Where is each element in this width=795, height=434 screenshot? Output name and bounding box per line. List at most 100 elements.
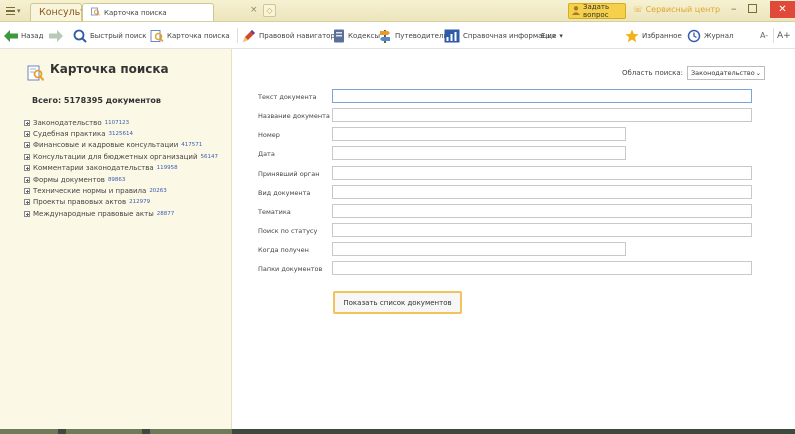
status-search-input[interactable]: [332, 223, 752, 237]
expand-icon[interactable]: [24, 176, 30, 183]
reference-icon: [444, 29, 460, 43]
category-label: Законодательство: [33, 118, 102, 127]
more-menu-button[interactable]: Еще ▾: [541, 26, 563, 45]
category-label: Технические нормы и правила: [33, 187, 147, 196]
legal-navigator-label: Правовой навигатор: [259, 31, 335, 40]
expand-icon[interactable]: [24, 131, 30, 138]
quick-search-button[interactable]: Быстрый поиск: [73, 26, 147, 45]
search-card-icon: [91, 7, 100, 18]
font-smaller-button[interactable]: A-: [760, 26, 768, 45]
issuing-authority-input[interactable]: [332, 166, 752, 180]
service-center-link[interactable]: ☏ Сервисный центр: [633, 5, 720, 14]
close-tab-icon[interactable]: ×: [250, 5, 258, 15]
category-label: Комментарии законодательства: [33, 164, 154, 173]
tab-consultant[interactable]: КонсультантПлюс: [30, 3, 130, 21]
category-label: Международные правовые акты: [33, 209, 154, 218]
chevron-down-icon: ⌄: [755, 69, 762, 77]
expand-icon[interactable]: [24, 210, 30, 217]
expand-icon[interactable]: [24, 142, 30, 149]
category-count[interactable]: 89863: [108, 177, 126, 183]
category-count[interactable]: 212979: [129, 199, 150, 205]
expand-icon[interactable]: [24, 119, 30, 126]
category-label: Финансовые и кадровые консультации: [33, 141, 179, 150]
category-item[interactable]: Судебная практика 3125614: [24, 128, 218, 139]
category-item[interactable]: Проекты правовых актов 212979: [24, 197, 218, 208]
star-icon: [625, 29, 639, 43]
field-label-text: Текст документа: [258, 93, 317, 101]
document-date-input[interactable]: [332, 146, 626, 160]
new-tab-button[interactable]: ◇: [263, 4, 276, 17]
ask-question-button[interactable]: Задать вопрос: [568, 3, 626, 19]
expand-icon[interactable]: [24, 188, 30, 195]
new-tab-icon: ◇: [266, 6, 273, 15]
topic-input[interactable]: [332, 204, 752, 218]
category-item[interactable]: Формы документов 89863: [24, 174, 218, 185]
back-arrow-icon: [4, 29, 18, 42]
category-count[interactable]: 3125614: [108, 131, 133, 137]
category-count[interactable]: 20263: [149, 188, 167, 194]
search-scope-select[interactable]: Законодательство ⌄: [687, 66, 766, 80]
taskbar-item[interactable]: [150, 429, 232, 434]
back-label: Назад: [21, 31, 44, 40]
search-card-icon: [150, 29, 164, 43]
category-count[interactable]: 28877: [157, 211, 175, 217]
category-count[interactable]: 56147: [201, 154, 219, 160]
book-icon: [333, 29, 345, 43]
category-item[interactable]: Законодательство 1107123: [24, 117, 218, 128]
maximize-button[interactable]: [748, 4, 757, 13]
search-icon: [73, 29, 87, 43]
search-card-button[interactable]: Карточка поиска: [150, 26, 230, 45]
panel-title: Карточка поиска: [50, 62, 169, 76]
category-item[interactable]: Консультации для бюджетных организаций 56…: [24, 151, 218, 162]
font-larger-button[interactable]: A+: [777, 26, 791, 45]
service-center-icon: ☏: [633, 5, 644, 14]
document-folders-input[interactable]: [332, 261, 752, 275]
legal-navigator-button[interactable]: Правовой навигатор: [242, 26, 335, 45]
document-number-input[interactable]: [332, 127, 626, 141]
field-label-authority: Принявший орган: [258, 170, 320, 178]
category-label: Формы документов: [33, 175, 105, 184]
category-count[interactable]: 1107123: [105, 120, 130, 126]
show-documents-label: Показать список документов: [343, 298, 452, 307]
document-text-input[interactable]: [332, 89, 752, 103]
taskbar-item[interactable]: [66, 429, 142, 434]
show-documents-button[interactable]: Показать список документов: [333, 291, 462, 314]
expand-icon[interactable]: [24, 153, 30, 160]
favorites-button[interactable]: Избранное: [625, 26, 682, 45]
menu-icon: [6, 6, 15, 16]
codes-button[interactable]: Кодексы: [333, 26, 380, 45]
journal-button[interactable]: Журнал: [687, 26, 733, 45]
received-date-input[interactable]: [332, 242, 626, 256]
quick-search-label: Быстрый поиск: [90, 31, 147, 40]
tab-search-card[interactable]: Карточка поиска: [82, 3, 214, 21]
expand-icon[interactable]: [24, 199, 30, 206]
category-count[interactable]: 417571: [181, 142, 202, 148]
favorites-label: Избранное: [642, 31, 682, 40]
pencil-icon: [242, 29, 256, 43]
category-count[interactable]: 119958: [157, 165, 178, 171]
taskbar-item[interactable]: [0, 429, 58, 434]
close-window-button[interactable]: ✕: [770, 1, 795, 18]
category-list: Законодательство 1107123 Судебная практик…: [24, 117, 218, 220]
back-button[interactable]: Назад: [4, 26, 43, 45]
category-item[interactable]: Финансовые и кадровые консультации 417571: [24, 140, 218, 151]
category-item[interactable]: Международные правовые акты 28877: [24, 208, 218, 219]
category-label: Консультации для бюджетных организаций: [33, 152, 198, 161]
search-form-area: [232, 49, 795, 429]
document-title-input[interactable]: [332, 108, 752, 122]
field-label-folders: Папки документов: [258, 265, 323, 273]
category-item[interactable]: Технические нормы и правила 20263: [24, 185, 218, 196]
minimize-button[interactable]: –: [731, 2, 737, 15]
service-center-label: Сервисный центр: [645, 5, 721, 14]
forward-button[interactable]: [49, 26, 63, 45]
guides-button[interactable]: Путеводители: [378, 26, 448, 45]
chevron-down-icon: ▾: [559, 31, 563, 40]
expand-icon[interactable]: [24, 165, 30, 172]
reference-info-button[interactable]: Справочная информация: [444, 26, 556, 45]
taskbar: [0, 429, 795, 434]
field-label-status: Поиск по статусу: [258, 227, 318, 235]
category-item[interactable]: Комментарии законодательства 119958: [24, 163, 218, 174]
main-menu-button[interactable]: ▾: [3, 3, 29, 19]
document-type-input[interactable]: [332, 185, 752, 199]
field-label-title: Название документа: [258, 112, 330, 120]
